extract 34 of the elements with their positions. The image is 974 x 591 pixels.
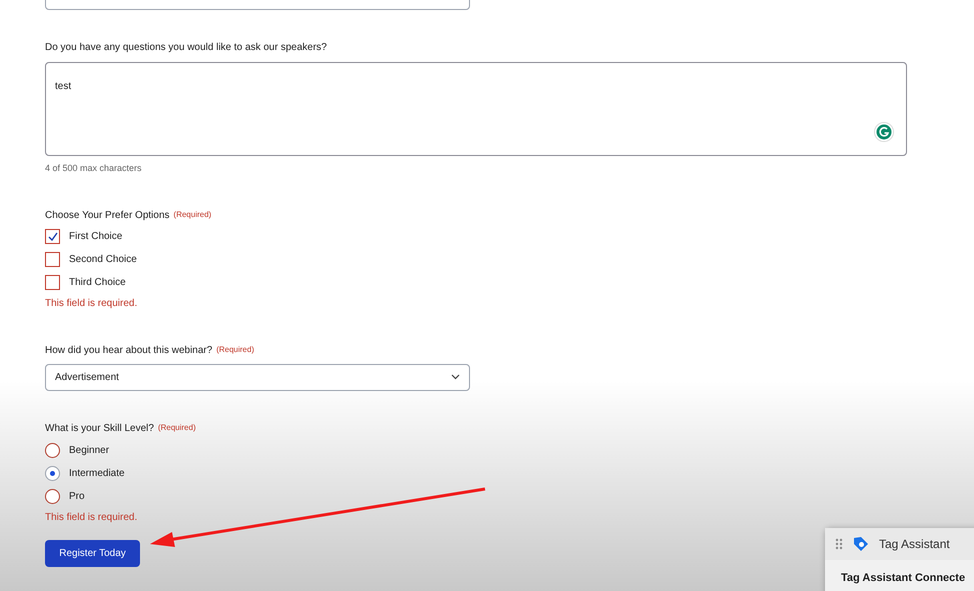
field-label: Choose Your Prefer Options xyxy=(45,208,170,222)
tag-icon xyxy=(853,536,869,552)
field-value: test xyxy=(55,81,72,92)
error-message: This field is required. xyxy=(45,510,138,524)
radio-button[interactable] xyxy=(45,488,60,504)
dropdown[interactable]: Advertisement xyxy=(45,364,470,390)
option-label: Beginner xyxy=(69,444,110,458)
textarea-field[interactable]: test xyxy=(45,62,907,156)
field-label: What is your Skill Level? xyxy=(45,422,154,436)
field-label: How did you hear about this webinar? xyxy=(45,344,212,358)
panel-title: Tag Assistant xyxy=(879,536,950,553)
checkbox[interactable] xyxy=(45,252,60,266)
checkbox[interactable] xyxy=(45,274,60,290)
drag-handle-icon[interactable] xyxy=(835,538,843,550)
character-counter: 4 of 500 max characters xyxy=(45,162,143,175)
error-message: This field is required. xyxy=(45,296,138,310)
field-label: Do you have any questions you would like to ask our speakers? xyxy=(45,41,327,55)
radio-button[interactable] xyxy=(45,466,60,480)
radio-button[interactable] xyxy=(45,442,60,458)
required-note: (Required) xyxy=(158,422,196,434)
checkbox[interactable] xyxy=(45,228,60,244)
required-note: (Required) xyxy=(216,344,254,356)
connection-status: Tag Assistant Connecte xyxy=(840,571,966,586)
checkmark-icon xyxy=(48,232,58,240)
required-note: (Required) xyxy=(174,209,212,221)
option-label: First Choice xyxy=(69,230,122,244)
option-label: Intermediate xyxy=(69,466,125,480)
chevron-down-icon xyxy=(451,374,460,380)
grammar-assistant-icon[interactable] xyxy=(874,122,894,142)
option-label: Third Choice xyxy=(69,276,126,290)
option-label: Pro xyxy=(69,490,85,504)
register-button[interactable]: Register Today xyxy=(45,540,140,566)
option-label: Second Choice xyxy=(69,252,137,266)
dropdown-value: Advertisement xyxy=(55,370,119,384)
